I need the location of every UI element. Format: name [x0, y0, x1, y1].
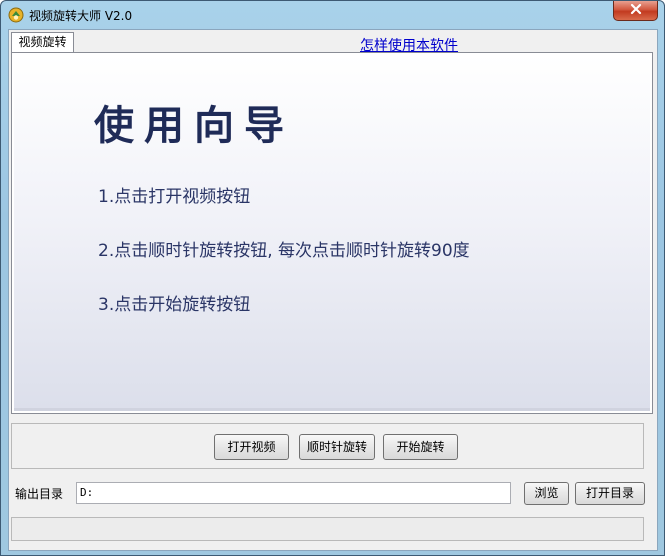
browse-button[interactable]: 浏览 [524, 482, 569, 505]
tab-video-rotate[interactable]: 视频旋转 [11, 32, 74, 53]
open-video-button[interactable]: 打开视频 [214, 434, 289, 460]
close-button[interactable] [613, 1, 658, 21]
tab-panel: 使用向导 1.点击打开视频按钮 2.点击顺时针旋转按钮, 每次点击顺时针旋转90… [11, 52, 653, 414]
guide-title: 使用向导 [94, 102, 294, 149]
window-title: 视频旋转大师 V2.0 [29, 9, 133, 23]
app-logo-icon [8, 7, 24, 23]
close-icon [630, 3, 642, 18]
guide-step-2: 2.点击顺时针旋转按钮, 每次点击顺时针旋转90度 [98, 241, 470, 261]
start-rotate-button[interactable]: 开始旋转 [383, 434, 458, 460]
guide-area: 使用向导 1.点击打开视频按钮 2.点击顺时针旋转按钮, 每次点击顺时针旋转90… [14, 55, 650, 411]
guide-step-3: 3.点击开始旋转按钮 [98, 295, 251, 315]
client-area: 视频旋转 怎样使用本软件 使用向导 1.点击打开视频按钮 2.点击顺时针旋转按钮… [8, 29, 658, 551]
title-bar[interactable]: 视频旋转大师 V2.0 [1, 1, 664, 29]
guide-step-1: 1.点击打开视频按钮 [98, 187, 251, 207]
output-dir-label: 输出目录 [15, 487, 64, 501]
app-window: 视频旋转大师 V2.0 视频旋转 怎样使用本软件 使用向导 1.点击打开视频按钮… [0, 0, 665, 556]
output-dir-field[interactable]: D: [76, 482, 511, 504]
open-dir-button[interactable]: 打开目录 [575, 482, 645, 505]
action-button-group: 打开视频 顺时针旋转 开始旋转 [11, 423, 644, 469]
status-bar [11, 517, 644, 541]
rotate-clockwise-button[interactable]: 顺时针旋转 [299, 434, 375, 460]
